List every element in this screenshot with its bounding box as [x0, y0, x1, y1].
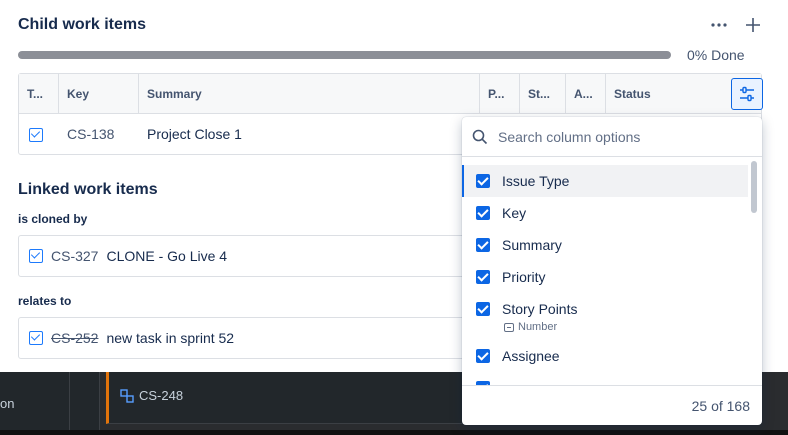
column-option-label: Issue Type	[502, 173, 570, 189]
checkbox-checked-icon[interactable]	[476, 349, 490, 363]
plus-icon[interactable]	[742, 14, 764, 36]
scrollbar-thumb[interactable]	[751, 161, 757, 213]
linked-item-key[interactable]: CS-252	[51, 330, 98, 346]
checkbox-checked-icon[interactable]	[476, 174, 490, 188]
task-icon	[29, 114, 43, 154]
board-card-key-text: CS-248	[139, 388, 184, 403]
row-key[interactable]: CS-138	[67, 114, 114, 154]
column-option-issue-type[interactable]: Issue Type	[462, 165, 748, 197]
column-option-priority[interactable]: Priority	[462, 261, 748, 293]
checkbox-checked-icon[interactable]	[476, 206, 490, 220]
task-icon	[29, 249, 43, 263]
column-option-label: Summary	[502, 237, 562, 253]
progress-label: 0% Done	[687, 47, 745, 63]
column-header-summary[interactable]: Summary	[139, 74, 480, 114]
column-header-priority[interactable]: P...	[480, 74, 520, 114]
column-header-status[interactable]: Status	[606, 74, 724, 114]
column-search-input[interactable]	[498, 128, 738, 145]
column-search	[462, 117, 762, 157]
linked-item-summary[interactable]: CLONE - Go Live 4	[106, 248, 227, 264]
linked-item[interactable]: CS-252 new task in sprint 52	[18, 317, 478, 359]
column-option-label: Assignee	[502, 348, 560, 364]
column-header-type[interactable]: T...	[19, 74, 59, 114]
column-option-list: Issue Type Key Summary Priority Story Po…	[462, 165, 750, 385]
column-count: 25 of 168	[462, 385, 762, 425]
linked-item-summary[interactable]: new task in sprint 52	[106, 330, 234, 346]
linked-item-key[interactable]: CS-327	[51, 248, 98, 264]
link-type-label: relates to	[18, 294, 72, 308]
board-column	[70, 372, 100, 435]
link-type-label: is cloned by	[18, 212, 88, 226]
linked-work-items-title: Linked work items	[18, 181, 158, 198]
column-option-partial[interactable]	[462, 372, 748, 385]
table-header: T... Key Summary P... St... A... Status	[19, 74, 763, 114]
column-options-popup: Issue Type Key Summary Priority Story Po…	[462, 117, 762, 425]
column-option-subtype: Number	[504, 321, 557, 333]
number-field-icon	[504, 322, 514, 332]
subtask-icon	[120, 388, 134, 403]
child-header-actions	[708, 14, 764, 36]
more-horizontal-icon[interactable]	[708, 14, 730, 36]
column-option-summary[interactable]: Summary	[462, 229, 748, 261]
column-header-key[interactable]: Key	[59, 74, 139, 114]
column-header-assignee[interactable]: A...	[566, 74, 606, 114]
sliders-icon	[740, 86, 754, 102]
board-bottom-strip	[0, 430, 788, 435]
board-card-key[interactable]: CS-248	[120, 388, 183, 403]
linked-item[interactable]: CS-327 CLONE - Go Live 4	[18, 235, 478, 277]
option-list-scrollbar[interactable]	[749, 161, 759, 385]
search-icon	[472, 129, 488, 144]
column-option-subtype-label: Number	[518, 321, 558, 333]
column-option-assignee[interactable]: Assignee	[462, 340, 748, 372]
column-header-story-points[interactable]: St...	[520, 74, 566, 114]
checkbox-checked-icon[interactable]	[476, 302, 490, 316]
checkbox-checked-icon[interactable]	[476, 238, 490, 252]
column-option-label: Story Points	[502, 301, 578, 317]
column-option-label: Priority	[502, 269, 546, 285]
progress-bar	[18, 51, 671, 59]
column-option-label: Key	[502, 205, 527, 221]
column-options-button[interactable]	[731, 78, 763, 110]
child-work-items-title: Child work items	[18, 16, 147, 33]
checkbox-checked-icon[interactable]	[476, 270, 490, 284]
row-summary[interactable]: Project Close 1	[147, 114, 242, 154]
board-row-label: on	[0, 396, 15, 411]
task-icon	[29, 331, 43, 345]
column-option-key[interactable]: Key	[462, 197, 748, 229]
